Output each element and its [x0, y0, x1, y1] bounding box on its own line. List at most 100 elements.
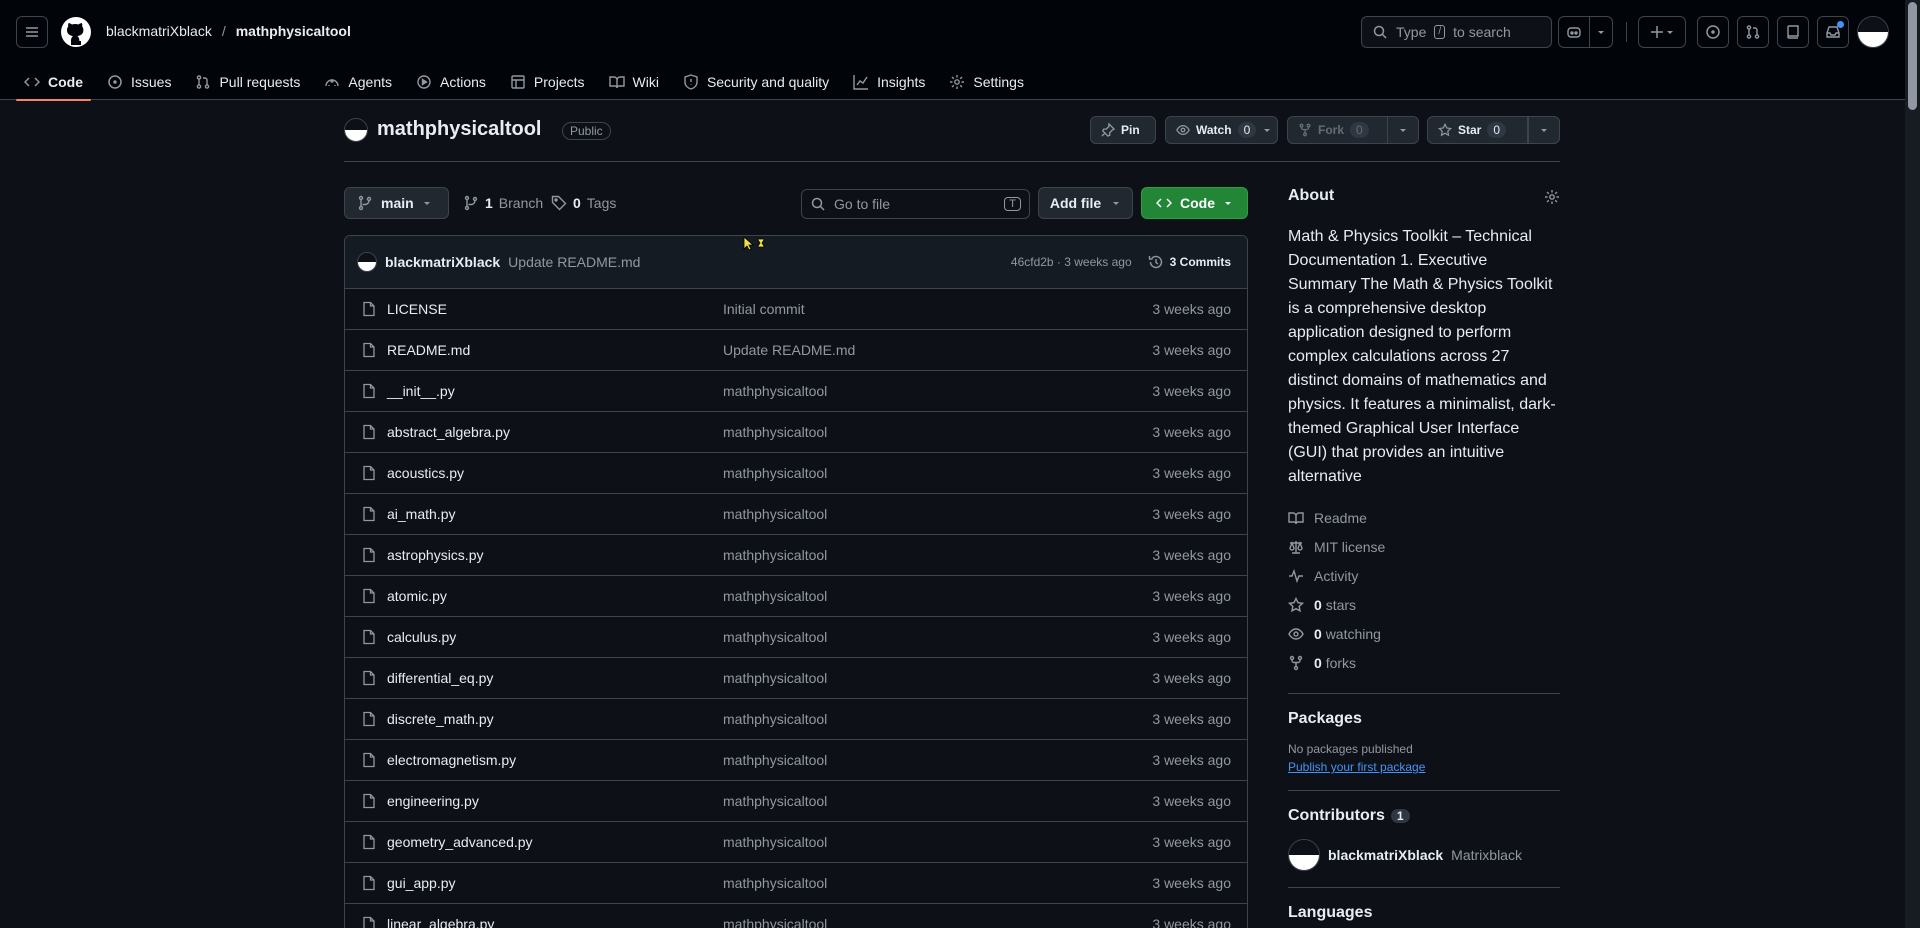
- tab-actions[interactable]: Actions: [408, 64, 494, 100]
- file-commit-message[interactable]: mathphysicaltool: [723, 383, 827, 399]
- file-name[interactable]: electromagnetism.py: [387, 752, 516, 768]
- copilot-dropdown-button[interactable]: [1589, 16, 1613, 48]
- go-to-file-input[interactable]: Go to file T: [801, 189, 1030, 219]
- publish-package-link[interactable]: Publish your first package: [1288, 760, 1560, 774]
- tab-wiki[interactable]: Wiki: [601, 64, 667, 100]
- tags-link[interactable]: 0 Tags: [551, 195, 616, 211]
- file-row[interactable]: geometry_advanced.py mathphysicaltool 3 we…: [345, 822, 1247, 863]
- contributor-item[interactable]: blackmatriXblack Matrixblack: [1288, 839, 1560, 871]
- file-commit-message[interactable]: mathphysicaltool: [723, 752, 827, 768]
- file-name[interactable]: LICENSE: [387, 301, 447, 317]
- repo-name[interactable]: mathphysicaltool: [377, 118, 541, 141]
- inbox-button[interactable]: [1817, 16, 1849, 48]
- file-name[interactable]: __init__.py: [387, 383, 455, 399]
- tab-insights[interactable]: Insights: [845, 64, 933, 100]
- file-commit-message[interactable]: mathphysicaltool: [723, 588, 827, 604]
- breadcrumb-owner[interactable]: blackmatriXblack: [106, 23, 212, 39]
- commit-author[interactable]: blackmatriXblack: [385, 254, 500, 270]
- contributors-title[interactable]: Contributors 1: [1288, 807, 1560, 825]
- tab-issues[interactable]: Issues: [99, 64, 179, 100]
- file-row[interactable]: README.md Update README.md 3 weeks ago: [345, 330, 1247, 371]
- stars-link[interactable]: 0 stars: [1288, 590, 1560, 619]
- branches-link[interactable]: 1 Branch: [463, 195, 543, 211]
- file-name[interactable]: acoustics.py: [387, 465, 464, 481]
- file-commit-message[interactable]: mathphysicaltool: [723, 793, 827, 809]
- license-link[interactable]: MIT license: [1288, 532, 1560, 561]
- tab-pull-requests[interactable]: Pull requests: [187, 64, 308, 100]
- issues-shortcut-button[interactable]: [1697, 16, 1729, 48]
- code-button[interactable]: Code: [1141, 187, 1248, 219]
- star-dropdown-button[interactable]: [1528, 116, 1560, 144]
- user-avatar[interactable]: [1857, 16, 1889, 48]
- watch-button[interactable]: Watch 0: [1165, 116, 1278, 144]
- tab-agents[interactable]: Agents: [316, 64, 400, 100]
- file-commit-message[interactable]: Update README.md: [723, 342, 855, 358]
- menu-button[interactable]: [16, 16, 48, 48]
- file-name[interactable]: discrete_math.py: [387, 711, 494, 727]
- breadcrumb-repo[interactable]: mathphysicaltool: [236, 23, 351, 39]
- watching-link[interactable]: 0 watching: [1288, 619, 1560, 648]
- readme-link[interactable]: Readme: [1288, 503, 1560, 532]
- file-name[interactable]: gui_app.py: [387, 875, 456, 891]
- commit-hash-time[interactable]: 46cfd2b · 3 weeks ago: [1011, 255, 1132, 269]
- repositories-shortcut-button[interactable]: [1777, 16, 1809, 48]
- page-scrollbar[interactable]: [1905, 0, 1920, 928]
- file-name[interactable]: differential_eq.py: [387, 670, 493, 686]
- file-commit-message[interactable]: mathphysicaltool: [723, 711, 827, 727]
- search-input[interactable]: Type / to search: [1361, 16, 1552, 48]
- file-name[interactable]: ai_math.py: [387, 506, 455, 522]
- file-row[interactable]: atomic.py mathphysicaltool 3 weeks ago: [345, 576, 1247, 617]
- file-name[interactable]: astrophysics.py: [387, 547, 483, 563]
- file-row[interactable]: ai_math.py mathphysicaltool 3 weeks ago: [345, 494, 1247, 535]
- file-row[interactable]: differential_eq.py mathphysicaltool 3 week…: [345, 658, 1247, 699]
- forks-link[interactable]: 0 forks: [1288, 648, 1560, 677]
- star-button[interactable]: Star 0: [1427, 116, 1528, 144]
- file-row[interactable]: engineering.py mathphysicaltool 3 weeks ag…: [345, 781, 1247, 822]
- scrollbar-thumb[interactable]: [1908, 2, 1917, 110]
- file-row[interactable]: __init__.py mathphysicaltool 3 weeks ago: [345, 371, 1247, 412]
- activity-link[interactable]: Activity: [1288, 561, 1560, 590]
- pull-requests-shortcut-button[interactable]: [1737, 16, 1769, 48]
- packages-title[interactable]: Packages: [1288, 710, 1560, 728]
- commit-message[interactable]: Update README.md: [508, 254, 640, 270]
- pin-button[interactable]: Pin: [1090, 116, 1156, 144]
- file-row[interactable]: gui_app.py mathphysicaltool 3 weeks ago: [345, 863, 1247, 904]
- file-commit-message[interactable]: mathphysicaltool: [723, 916, 827, 928]
- file-commit-message[interactable]: mathphysicaltool: [723, 424, 827, 440]
- file-name[interactable]: engineering.py: [387, 793, 479, 809]
- file-commit-message[interactable]: mathphysicaltool: [723, 834, 827, 850]
- file-commit-message[interactable]: mathphysicaltool: [723, 875, 827, 891]
- file-row[interactable]: linear_algebra.py mathphysicaltool 3 weeks…: [345, 904, 1247, 928]
- github-logo-icon[interactable]: [60, 16, 92, 48]
- copilot-button[interactable]: [1558, 16, 1590, 48]
- commit-author-avatar[interactable]: [357, 252, 377, 272]
- tab-projects[interactable]: Projects: [502, 64, 593, 100]
- file-row[interactable]: discrete_math.py mathphysicaltool 3 weeks …: [345, 699, 1247, 740]
- fork-dropdown-button[interactable]: [1387, 116, 1419, 144]
- file-name[interactable]: abstract_algebra.py: [387, 424, 510, 440]
- file-name[interactable]: geometry_advanced.py: [387, 834, 533, 850]
- tab-security[interactable]: Security and quality: [675, 64, 837, 100]
- file-commit-message[interactable]: Initial commit: [723, 301, 805, 317]
- file-commit-message[interactable]: mathphysicaltool: [723, 547, 827, 563]
- repo-owner-avatar[interactable]: [344, 118, 368, 142]
- gear-icon[interactable]: [1544, 189, 1560, 205]
- branch-select-button[interactable]: main: [344, 187, 449, 219]
- fork-button[interactable]: Fork 0: [1287, 116, 1388, 144]
- file-commit-message[interactable]: mathphysicaltool: [723, 629, 827, 645]
- file-row[interactable]: LICENSE Initial commit 3 weeks ago: [345, 289, 1247, 330]
- file-name[interactable]: README.md: [387, 342, 470, 358]
- file-commit-message[interactable]: mathphysicaltool: [723, 506, 827, 522]
- add-file-button[interactable]: Add file: [1038, 187, 1133, 219]
- file-row[interactable]: electromagnetism.py mathphysicaltool 3 wee…: [345, 740, 1247, 781]
- file-row[interactable]: abstract_algebra.py mathphysicaltool 3 wee…: [345, 412, 1247, 453]
- commits-history-link[interactable]: 3 Commits: [1148, 254, 1231, 270]
- file-row[interactable]: acoustics.py mathphysicaltool 3 weeks ago: [345, 453, 1247, 494]
- file-commit-message[interactable]: mathphysicaltool: [723, 465, 827, 481]
- create-new-button[interactable]: [1638, 16, 1686, 48]
- file-row[interactable]: astrophysics.py mathphysicaltool 3 weeks a…: [345, 535, 1247, 576]
- file-commit-message[interactable]: mathphysicaltool: [723, 670, 827, 686]
- file-name[interactable]: calculus.py: [387, 629, 456, 645]
- tab-code[interactable]: Code: [16, 64, 91, 101]
- file-name[interactable]: atomic.py: [387, 588, 447, 604]
